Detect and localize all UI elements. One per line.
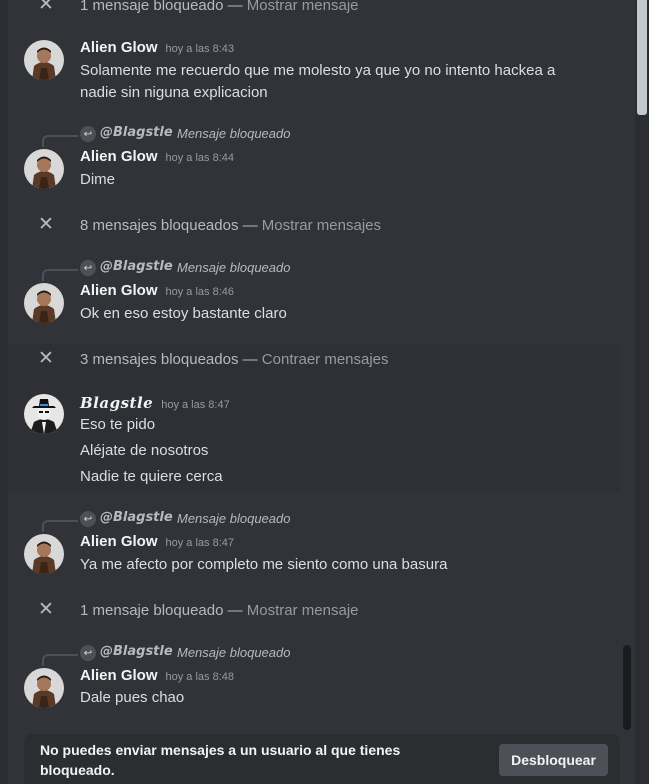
- reply-text[interactable]: Mensaje bloqueado: [177, 126, 290, 141]
- timestamp: hoy a las 8:43: [165, 43, 235, 55]
- show-blocked-link[interactable]: Mostrar mensajes: [262, 217, 381, 234]
- blocked-messages-row[interactable]: ✕ 3 mensajes bloqueados — Contraer mensa…: [8, 346, 620, 372]
- avatar-alien-glow[interactable]: [24, 283, 64, 323]
- close-icon[interactable]: ✕: [38, 598, 54, 621]
- avatar-alien-glow[interactable]: [24, 668, 64, 708]
- author-name[interactable]: Blagstle: [80, 394, 153, 412]
- reply-text[interactable]: Mensaje bloqueado: [177, 511, 290, 526]
- reply-arrow-icon: ↩: [80, 260, 96, 276]
- author-line: Alien Glow hoy a las 8:44: [80, 148, 234, 168]
- reply-spine: [42, 654, 78, 666]
- timestamp: hoy a las 8:47: [161, 399, 230, 411]
- message-text: Ok en eso estoy bastante claro: [80, 305, 287, 322]
- blocked-row-text: 1 mensaje bloqueado — Mostrar mensaje: [80, 601, 359, 619]
- author-line: Blagstle hoy a las 8:47: [80, 394, 230, 414]
- reply-text[interactable]: Mensaje bloqueado: [177, 260, 290, 275]
- chat-view: ✕ 1 mensaje bloqueado — Mostrar mensaje …: [0, 0, 649, 784]
- message-text: Aléjate de nosotros: [80, 442, 209, 459]
- message-text: Eso te pido: [80, 416, 156, 433]
- blocked-row-text: 3 mensajes bloqueados — Contraer mensaje…: [80, 350, 389, 368]
- sidebar-edge: [0, 0, 8, 784]
- reply-spine: [42, 269, 78, 281]
- reply-author[interactable]: @Blagstle: [100, 510, 173, 525]
- author-name[interactable]: Alien Glow: [80, 282, 158, 299]
- message-text: Dale pues chao: [80, 689, 185, 706]
- message-text: Solamente me recuerdo que me molesto ya …: [80, 62, 556, 79]
- show-blocked-link[interactable]: Mostrar mensaje: [247, 602, 359, 619]
- reply-arrow-icon: ↩: [80, 511, 96, 527]
- reply-arrow-icon: ↩: [80, 126, 96, 142]
- author-name[interactable]: Alien Glow: [80, 148, 158, 165]
- reply-arrow-icon: ↩: [80, 645, 96, 661]
- blocked-user-footer: No puedes enviar mensajes a un usuario a…: [24, 734, 620, 784]
- unblock-button[interactable]: Desbloquear: [499, 744, 608, 776]
- message-item: Alien Glow hoy a las 8:43 Solamente me r…: [8, 36, 620, 108]
- author-name[interactable]: Alien Glow: [80, 39, 158, 56]
- avatar-alien-glow[interactable]: [24, 534, 64, 574]
- timestamp: hoy a las 8:44: [165, 152, 235, 164]
- author-line: Alien Glow hoy a las 8:46: [80, 282, 234, 302]
- show-blocked-link[interactable]: Mostrar mensaje: [247, 0, 359, 14]
- reply-author[interactable]: @Blagstle: [100, 125, 173, 140]
- message-text: Dime: [80, 171, 116, 188]
- close-icon[interactable]: ✕: [38, 213, 54, 236]
- author-line: Alien Glow hoy a las 8:43: [80, 39, 234, 59]
- avatar-blagstle[interactable]: [24, 394, 64, 434]
- blocked-row-text: 1 mensaje bloqueado — Mostrar mensaje: [80, 0, 359, 14]
- close-icon[interactable]: ✕: [38, 347, 54, 370]
- blocked-notice: No puedes enviar mensajes a un usuario a…: [40, 742, 401, 778]
- reply-spine: [42, 520, 78, 532]
- message-item: ↩ @Blagstle Mensaje bloqueado Alien Glow…: [8, 258, 620, 328]
- message-item: ↩ @Blagstle Mensaje bloqueado Alien Glow…: [8, 124, 620, 194]
- message-scrollbar-thumb[interactable]: [623, 645, 631, 730]
- avatar-alien-glow[interactable]: [24, 40, 64, 80]
- author-line: Alien Glow hoy a las 8:47: [80, 533, 234, 553]
- author-name[interactable]: Alien Glow: [80, 667, 158, 684]
- reply-text[interactable]: Mensaje bloqueado: [177, 645, 290, 660]
- reply-spine: [42, 135, 78, 147]
- timestamp: hoy a las 8:48: [165, 671, 235, 683]
- outer-scrollbar[interactable]: [635, 0, 649, 784]
- blocked-messages-row[interactable]: ✕ 1 mensaje bloqueado — Mostrar mensaje: [8, 0, 620, 18]
- author-line: Alien Glow hoy a las 8:48: [80, 667, 234, 687]
- reply-author[interactable]: @Blagstle: [100, 259, 173, 274]
- author-name[interactable]: Alien Glow: [80, 533, 158, 550]
- message-item: ↩ @Blagstle Mensaje bloqueado Alien Glow…: [8, 643, 620, 713]
- message-text: nadie sin niguna explicacion: [80, 84, 268, 101]
- blocked-row-text: 8 mensajes bloqueados — Mostrar mensajes: [80, 216, 381, 234]
- message-item: ↩ @Blagstle Mensaje bloqueado Alien Glow…: [8, 509, 620, 579]
- message-text: Ya me afecto por completo me siento como…: [80, 556, 448, 573]
- timestamp: hoy a las 8:47: [165, 537, 235, 549]
- reply-author[interactable]: @Blagstle: [100, 644, 173, 659]
- close-icon[interactable]: ✕: [38, 0, 54, 16]
- blocked-messages-row[interactable]: ✕ 8 mensajes bloqueados — Mostrar mensaj…: [8, 212, 620, 238]
- message-text: Nadie te quiere cerca: [80, 468, 223, 485]
- blocked-messages-row[interactable]: ✕ 1 mensaje bloqueado — Mostrar mensaje: [8, 597, 620, 623]
- collapse-blocked-link[interactable]: Contraer mensajes: [262, 351, 389, 368]
- timestamp: hoy a las 8:46: [165, 286, 235, 298]
- avatar-alien-glow[interactable]: [24, 149, 64, 189]
- expanded-blocked-section: ✕ 3 mensajes bloqueados — Contraer mensa…: [8, 344, 620, 492]
- outer-scrollbar-thumb[interactable]: [637, 0, 647, 115]
